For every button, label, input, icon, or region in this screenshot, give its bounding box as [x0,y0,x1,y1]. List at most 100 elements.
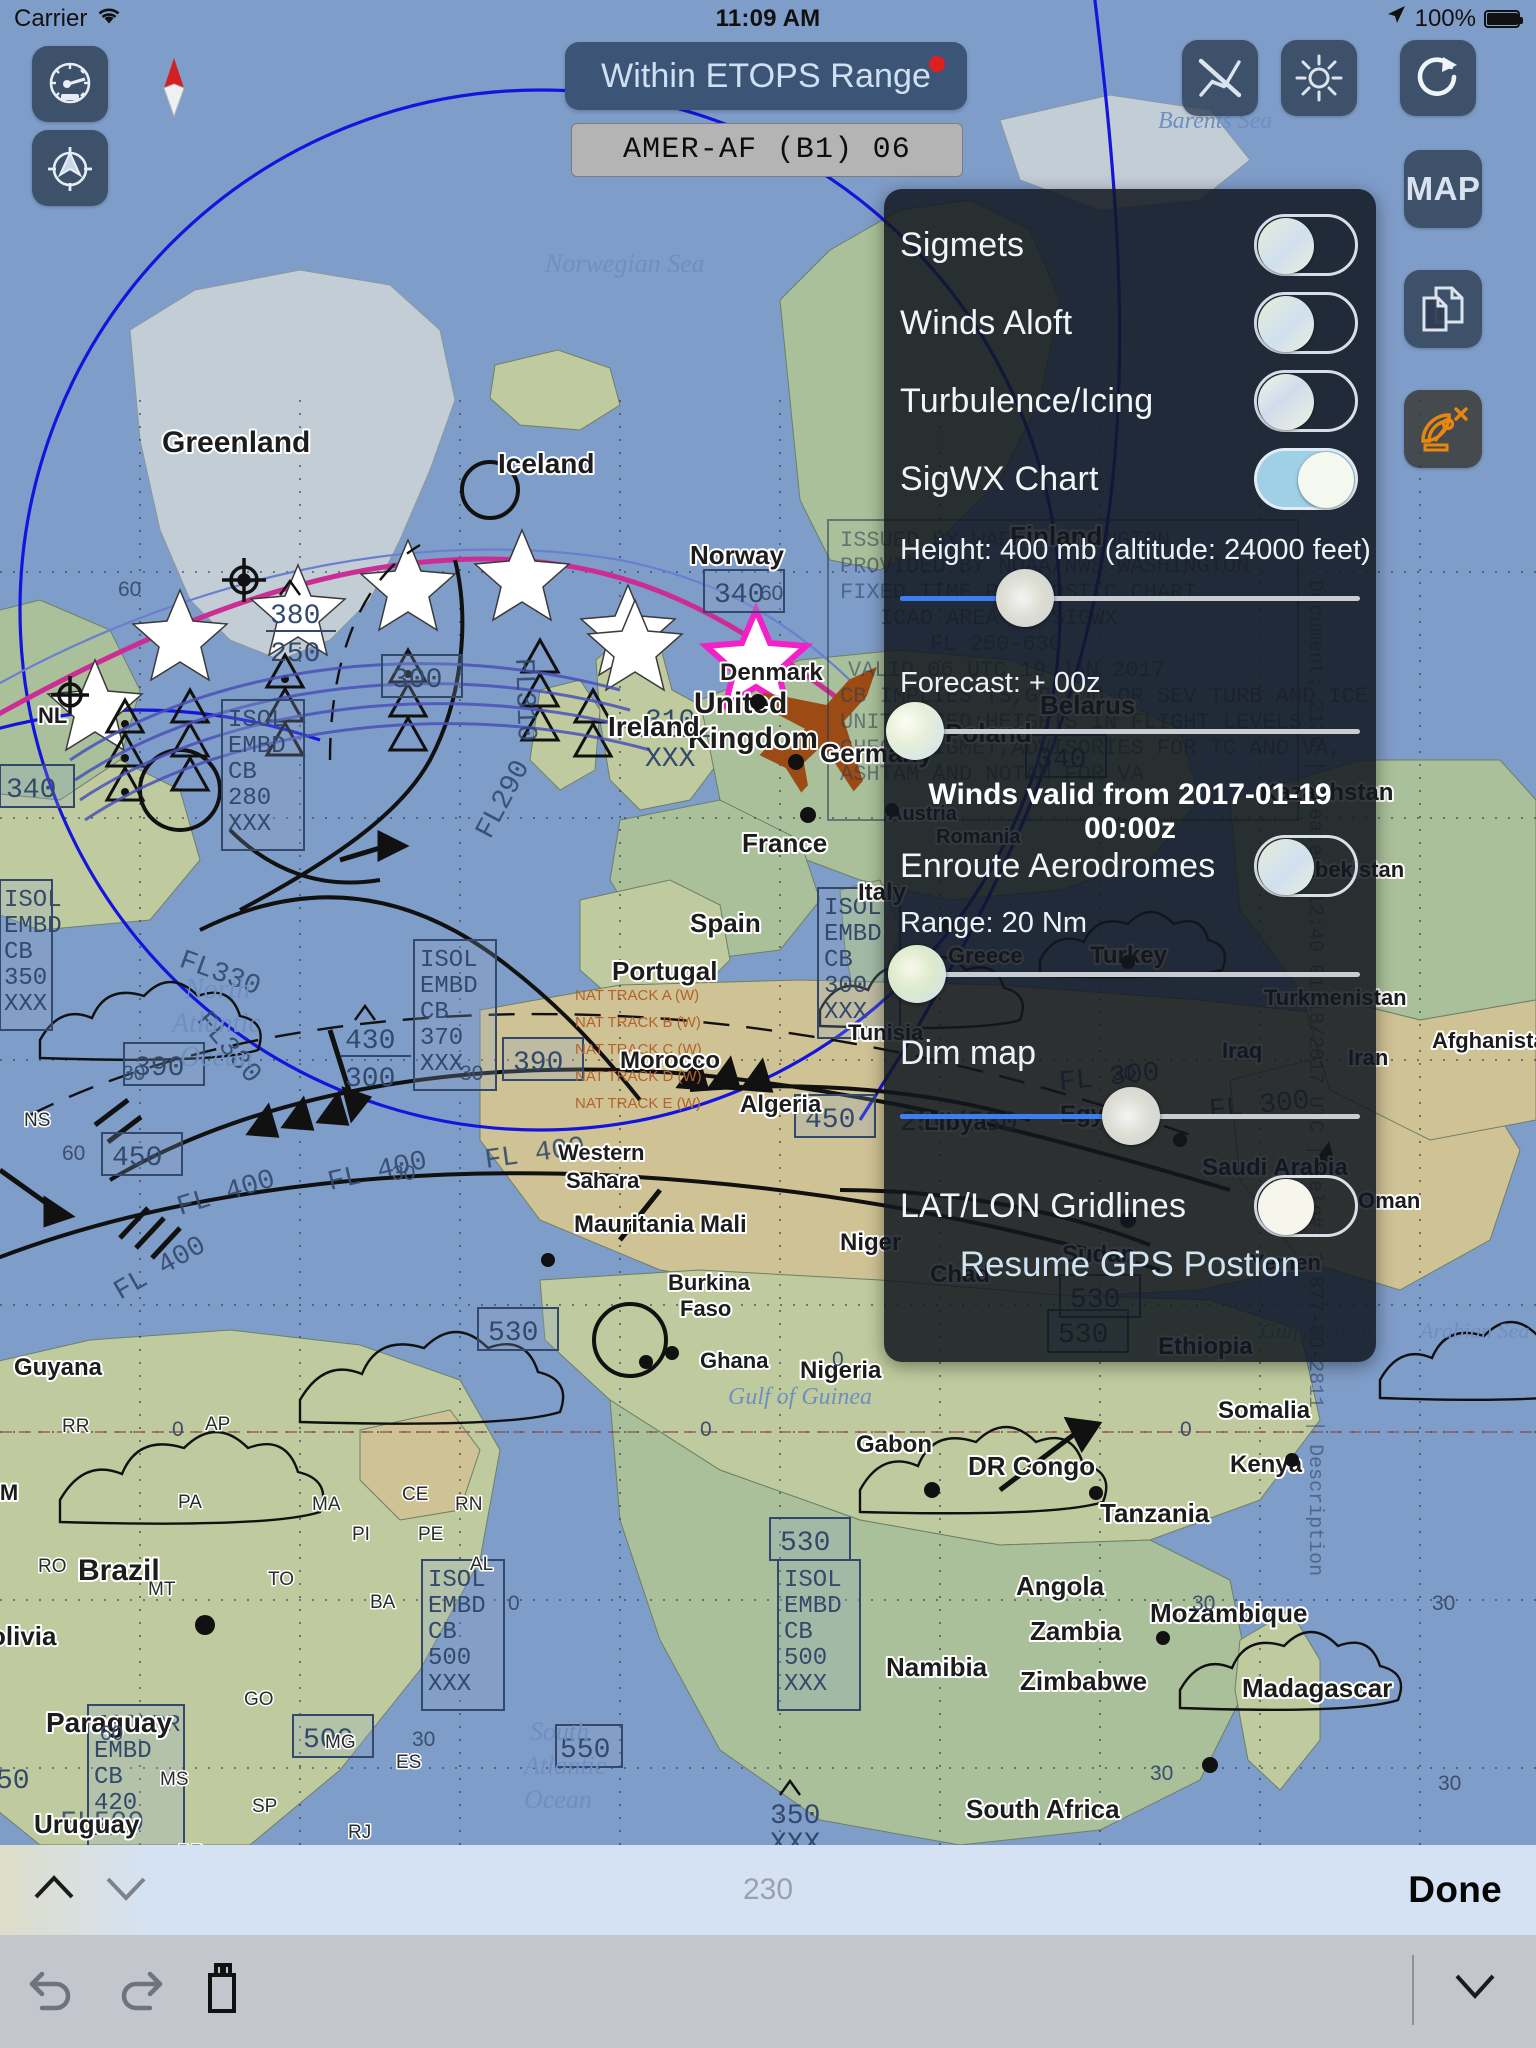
svg-text:Burkina: Burkina [668,1270,751,1295]
gps-center-button[interactable] [32,130,108,206]
svg-text:Portugal: Portugal [612,956,717,986]
latlon-gridlines-toggle[interactable] [1254,1175,1358,1237]
svg-text:ISOL: ISOL [420,947,478,974]
svg-text:AL: AL [470,1554,493,1575]
map-button-label: MAP [1405,170,1481,207]
svg-text:Mozambique: Mozambique [1150,1598,1307,1628]
svg-text:300: 300 [392,665,442,696]
setting-row-sigwx-chart[interactable]: SigWX Chart [884,447,1376,511]
undo-arrow-icon[interactable] [26,1964,78,2019]
documents-button[interactable] [1404,270,1482,348]
dim-map-caption: Dim map [900,1034,1037,1072]
resume-gps-button[interactable]: Resume GPS Postion [884,1245,1376,1285]
svg-text:340: 340 [714,580,764,611]
svg-text:450: 450 [112,1143,162,1174]
svg-text:MG: MG [325,1732,356,1753]
svg-text:430: 430 [345,1026,395,1057]
svg-text:SP: SP [252,1796,277,1817]
svg-text:30: 30 [1150,1762,1173,1785]
svg-text:350: 350 [4,965,47,992]
svg-text:CB: CB [420,999,449,1026]
copy-pages-icon[interactable] [202,1961,248,2022]
svg-text:530: 530 [780,1528,830,1559]
svg-text:NAT TRACK B (W): NAT TRACK B (W) [575,1014,701,1031]
svg-text:MT: MT [148,1579,176,1600]
setting-row-sigmets[interactable]: Sigmets [884,213,1376,277]
sigwx-chart-toggle[interactable] [1254,448,1358,510]
range-slider[interactable] [888,945,1360,1003]
dim-map-slider[interactable] [900,1087,1360,1145]
turbulence-icing-toggle[interactable] [1254,370,1358,432]
sigmets-toggle[interactable] [1254,214,1358,276]
svg-text:30: 30 [1438,1772,1461,1795]
svg-text:530: 530 [488,1318,538,1349]
svg-text:Western: Western [558,1140,644,1165]
svg-text:MS: MS [160,1769,189,1790]
svg-text:Gabon: Gabon [856,1431,932,1458]
svg-text:RO: RO [38,1556,67,1577]
svg-text:Ireland: Ireland [608,711,700,742]
route-name-value: AMER-AF (B1) 06 [622,133,912,167]
svg-text:NL: NL [38,703,67,728]
satellite-dish-x-icon [1421,407,1468,452]
forecast-slider[interactable] [886,702,1360,760]
svg-text:0: 0 [508,1592,520,1615]
svg-text:50: 50 [0,1766,30,1797]
svg-text:Iceland: Iceland [498,448,594,479]
forecast-slider-thumb[interactable] [886,702,944,760]
svg-text:PE: PE [418,1524,443,1545]
redo-arrow-icon[interactable] [114,1964,166,2019]
svg-text:EMBD: EMBD [420,973,478,1000]
svg-text:Zimbabwe: Zimbabwe [1020,1666,1147,1696]
svg-text:Madagascar: Madagascar [1242,1673,1392,1703]
svg-text:390: 390 [513,1048,563,1079]
svg-text:BA: BA [370,1592,396,1613]
brightness-button[interactable] [1281,40,1357,116]
svg-text:Norway: Norway [690,540,784,570]
range-slider-thumb[interactable] [888,945,946,1003]
svg-text:Algeria: Algeria [740,1091,822,1118]
svg-text:NAT TRACK A (W): NAT TRACK A (W) [575,987,699,1004]
setting-row-latlon-gridlines[interactable]: LAT/LON Gridlines [884,1174,1376,1238]
svg-text:NAT TRACK E (W): NAT TRACK E (W) [575,1095,701,1112]
winds-aloft-toggle[interactable] [1254,292,1358,354]
setting-row-winds-aloft[interactable]: Winds Aloft [884,291,1376,355]
svg-text:0: 0 [1180,1418,1192,1441]
map-settings-panel[interactable]: Sigmets Winds Aloft Turbulence/Icing Sig… [884,189,1376,1362]
collapse-toolbar-button[interactable] [1452,1969,1498,2008]
svg-text:AM: AM [0,1480,18,1505]
satellite-offline-button[interactable] [1404,390,1482,468]
height-slider-thumb[interactable] [996,569,1054,627]
svg-text:60: 60 [118,578,141,601]
svg-text:30: 30 [460,1062,483,1085]
hide-route-button[interactable] [1182,40,1258,116]
north-arrow-needle [160,58,188,118]
setting-row-turbulence-icing[interactable]: Turbulence/Icing [884,369,1376,433]
svg-text:GO: GO [244,1689,274,1710]
map-button[interactable]: MAP [1404,150,1482,228]
svg-text:South: South [530,1717,589,1746]
svg-text:Somalia: Somalia [1218,1397,1311,1424]
svg-text:Ocean: Ocean [180,1042,253,1073]
svg-text:0: 0 [832,1348,844,1371]
toolbar-divider [1412,1955,1414,2025]
setting-row-enroute-aerodromes[interactable]: Enroute Aerodromes [884,834,1376,898]
svg-text:Namibia: Namibia [886,1652,988,1682]
svg-text:XXX: XXX [428,1671,471,1698]
svg-text:XXX: XXX [4,991,47,1018]
status-bar: Carrier 11:09 AM 100% [0,0,1536,42]
etops-status-label: Within ETOPS Range [601,56,931,95]
status-bar-clock: 11:09 AM [715,5,821,32]
svg-text:30: 30 [392,1162,415,1185]
svg-text:XXX: XXX [228,811,271,838]
svg-text:Zambia: Zambia [1030,1616,1122,1646]
airspeed-gauge-button[interactable] [32,46,108,122]
refresh-button[interactable] [1400,40,1476,116]
etops-status-banner[interactable]: Within ETOPS Range [565,42,967,110]
route-name-label[interactable]: AMER-AF (B1) 06 [571,123,963,177]
height-slider[interactable] [900,569,1360,627]
dim-map-slider-thumb[interactable] [1102,1087,1160,1145]
done-button[interactable]: Done [1408,1869,1502,1911]
svg-text:CB: CB [228,759,257,786]
enroute-aerodromes-toggle[interactable] [1254,835,1358,897]
